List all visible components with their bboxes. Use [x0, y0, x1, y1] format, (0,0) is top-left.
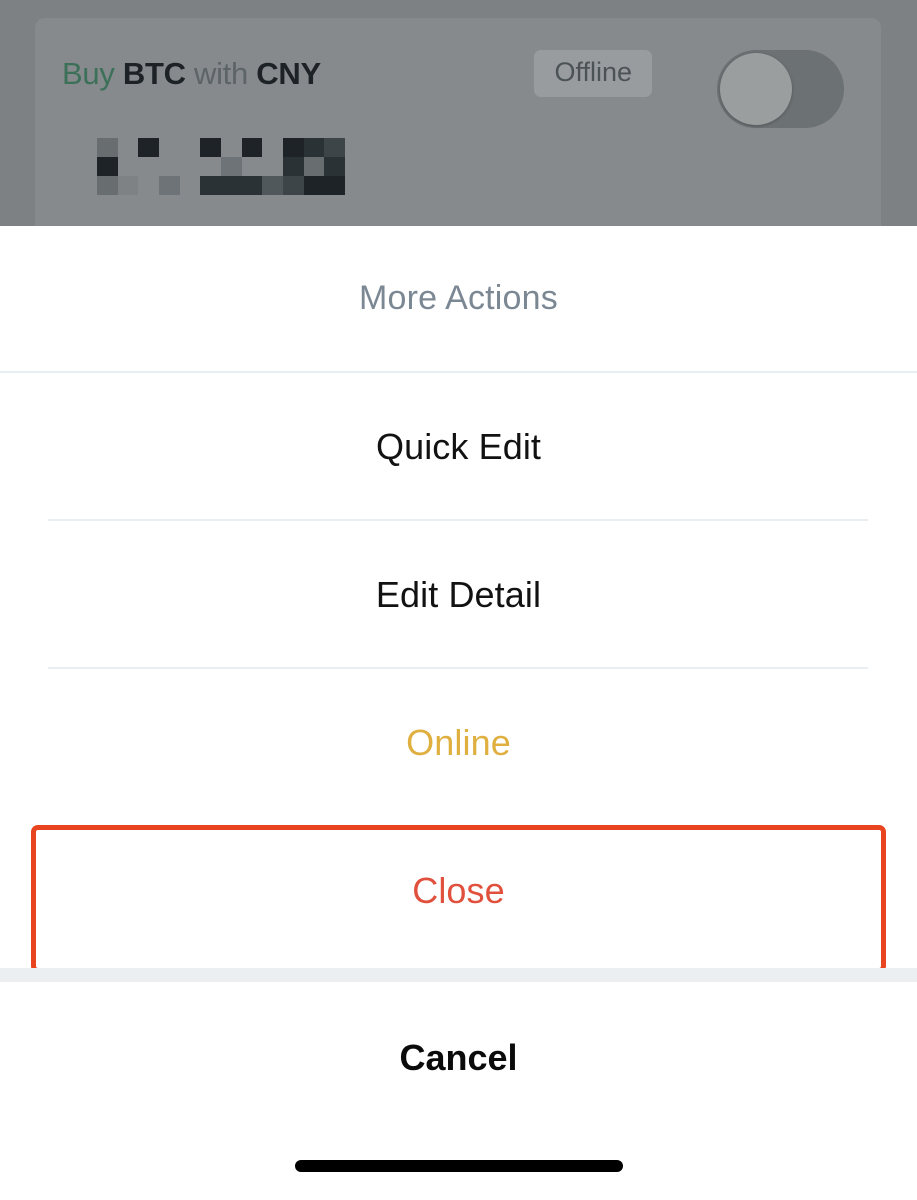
action-sheet: More Actions Quick Edit Edit Detail Onli…	[0, 226, 917, 974]
cancel-button[interactable]: Cancel	[0, 982, 917, 1134]
action-item-label: Edit Detail	[375, 574, 542, 615]
action-item-quick-edit[interactable]: Quick Edit	[0, 373, 917, 521]
action-item-label: Quick Edit	[375, 426, 542, 467]
action-item-label: Close	[412, 870, 505, 911]
dimmed-background-app: Buy BTC with CNY Offline Amount 0.50 BTC	[0, 0, 917, 226]
offer-title-buy: Buy	[62, 56, 115, 91]
action-item-online[interactable]: Online	[0, 669, 917, 817]
redacted-content-block	[97, 138, 345, 195]
offer-title-currency: CNY	[256, 56, 321, 91]
action-item-label: Online	[406, 722, 511, 763]
offer-title: Buy BTC with CNY	[62, 56, 321, 92]
online-offline-toggle[interactable]	[717, 50, 844, 128]
sheet-section-gap	[0, 968, 917, 982]
toggle-knob	[720, 53, 792, 125]
phone-screen: Buy BTC with CNY Offline Amount 0.50 BTC…	[0, 0, 917, 1200]
action-sheet-title: More Actions	[359, 279, 558, 317]
offer-title-with: with	[194, 56, 248, 91]
home-indicator-icon	[294, 1160, 623, 1172]
status-badge: Offline	[534, 50, 652, 97]
action-item-edit-detail[interactable]: Edit Detail	[0, 521, 917, 669]
offer-title-asset: BTC	[122, 56, 186, 91]
cancel-section: Cancel	[0, 982, 917, 1200]
action-sheet-header: More Actions	[0, 226, 917, 373]
offer-card: Buy BTC with CNY Offline Amount 0.50 BTC	[35, 18, 881, 226]
action-item-close[interactable]: Close	[0, 817, 917, 965]
cancel-button-label: Cancel	[399, 1037, 518, 1078]
